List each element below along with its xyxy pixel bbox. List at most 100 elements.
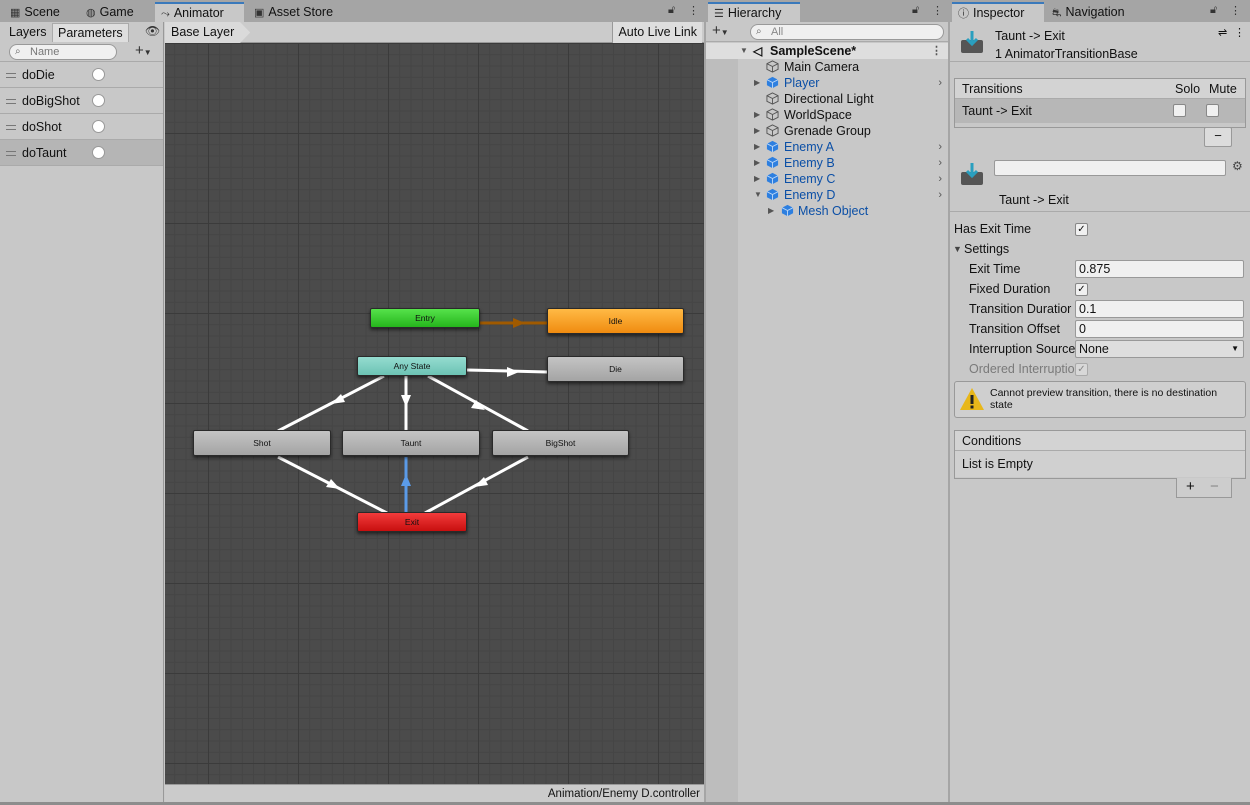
tab-parameters[interactable]: Parameters	[52, 23, 129, 42]
auto-live-link-button[interactable]: Auto Live Link	[612, 22, 702, 43]
fixed-duration-checkbox[interactable]: ✓	[1075, 283, 1088, 296]
drag-handle-icon[interactable]	[6, 99, 16, 104]
remove-condition-button[interactable]: −	[1210, 478, 1219, 495]
more-menu-icon[interactable]: ⋮	[1234, 26, 1245, 39]
expand-arrow-icon[interactable]: ▶	[754, 155, 760, 171]
more-menu-icon[interactable]: ⋮	[1230, 4, 1241, 17]
presets-icon[interactable]: ⇌	[1218, 26, 1227, 39]
inspector-window: ⓘ Inspector ⛐ Navigation 🔓︎ ⋮ Taunt -> Exi…	[950, 0, 1250, 802]
hierarchy-item[interactable]: ▶ Enemy C ›	[706, 171, 948, 187]
interruption-source-dropdown[interactable]: None ▼	[1075, 340, 1244, 358]
arrow-icon	[401, 474, 411, 486]
exit-time-field[interactable]: 0.875	[1075, 260, 1244, 278]
transition-offset-field[interactable]: 0	[1075, 320, 1244, 338]
hierarchy-item[interactable]: ▶ WorldSpace	[706, 107, 948, 123]
parameter-search-input[interactable]: ⌕ Name	[9, 44, 117, 60]
tab-game[interactable]: ◍ Game	[80, 2, 140, 22]
state-any-state[interactable]: Any State	[357, 356, 467, 376]
hierarchy-item[interactable]: ▶ Mesh Object	[706, 203, 948, 219]
chevron-right-icon[interactable]: ›	[938, 139, 942, 155]
lock-icon[interactable]: 🔓︎	[1210, 4, 1217, 17]
state-idle[interactable]: Idle	[547, 308, 684, 334]
trigger-toggle[interactable]	[92, 94, 105, 107]
add-condition-button[interactable]: +	[1186, 478, 1195, 495]
prefab-icon	[766, 172, 779, 185]
hierarchy-item[interactable]: Main Camera	[706, 59, 948, 75]
solo-checkbox[interactable]	[1173, 104, 1186, 117]
state-shot[interactable]: Shot	[193, 430, 331, 456]
prefab-icon	[781, 204, 794, 217]
mute-checkbox[interactable]	[1206, 104, 1219, 117]
more-menu-icon[interactable]: ⋮	[931, 43, 942, 59]
hierarchy-search-input[interactable]: ⌕ All	[750, 24, 944, 40]
chevron-right-icon[interactable]: ›	[938, 171, 942, 187]
trigger-toggle[interactable]	[92, 120, 105, 133]
tab-scene[interactable]: ▦ Scene	[4, 2, 66, 22]
expand-arrow-icon[interactable]: ▶	[754, 107, 760, 123]
expand-arrow-icon[interactable]: ▼	[740, 43, 748, 59]
parameter-item[interactable]: doDie	[0, 62, 163, 88]
navigation-icon: ⛐	[1052, 7, 1062, 19]
state-machine-graph[interactable]: Entry Idle Any State Die Shot Taunt BigS…	[165, 43, 704, 784]
tab-animator[interactable]: ⤳ Animator	[155, 2, 244, 22]
exit-time-row: Exit Time 0.875	[950, 259, 1250, 279]
controller-path: Animation/Enemy D.controller	[165, 784, 704, 802]
drag-handle-icon[interactable]	[6, 73, 16, 78]
more-menu-icon[interactable]: ⋮	[932, 4, 943, 17]
hierarchy-item[interactable]: ▶ Enemy A ›	[706, 139, 948, 155]
tab-hierarchy[interactable]: ☰ Hierarchy	[708, 2, 800, 22]
tab-inspector[interactable]: ⓘ Inspector	[952, 2, 1044, 22]
transition-duration-field[interactable]: 0.1	[1075, 300, 1244, 318]
tab-layers[interactable]: Layers	[4, 23, 52, 42]
chevron-right-icon[interactable]: ›	[938, 155, 942, 171]
chevron-down-icon: ▼	[720, 28, 729, 37]
ordered-interruption-checkbox: ✓	[1075, 363, 1088, 376]
collapse-arrow-icon[interactable]: ▼	[754, 187, 762, 203]
create-button[interactable]: +▼	[712, 22, 729, 39]
hierarchy-item[interactable]: ▶ Grenade Group	[706, 123, 948, 139]
state-die[interactable]: Die	[547, 356, 684, 382]
transition-name-field[interactable]	[994, 160, 1226, 176]
tab-asset-store[interactable]: ▣ Asset Store	[248, 2, 339, 22]
scene-row[interactable]: ▼ ◁ SampleScene* ⋮	[706, 43, 948, 59]
hierarchy-item[interactable]: Directional Light	[706, 91, 948, 107]
parameter-item[interactable]: doShot	[0, 114, 163, 140]
drag-handle-icon[interactable]	[6, 125, 16, 130]
state-exit[interactable]: Exit	[357, 512, 467, 532]
gear-icon[interactable]: ⚙	[1232, 159, 1243, 173]
hierarchy-item[interactable]: ▼ Enemy D ›	[706, 187, 948, 203]
trigger-toggle[interactable]	[92, 146, 105, 159]
animator-tabbar: ▦ Scene ◍ Game ⤳ Animator ▣ Asset Store 🔓︎ ⋮	[0, 0, 704, 22]
trigger-toggle[interactable]	[92, 68, 105, 81]
drag-handle-icon[interactable]	[6, 151, 16, 156]
expand-arrow-icon[interactable]: ▶	[754, 139, 760, 155]
lock-icon[interactable]: 🔓︎	[912, 4, 919, 17]
info-icon: ⓘ	[958, 8, 969, 20]
parameter-item-selected[interactable]: doTaunt	[0, 140, 163, 166]
warning-box: Cannot preview transition, there is no d…	[954, 381, 1246, 418]
hierarchy-item[interactable]: ▶ Player ›	[706, 75, 948, 91]
add-parameter-button[interactable]: +▼	[135, 42, 152, 59]
transition-list-item[interactable]: Taunt -> Exit	[955, 99, 1245, 123]
state-bigshot[interactable]: BigShot	[492, 430, 629, 456]
has-exit-time-checkbox[interactable]: ✓	[1075, 223, 1088, 236]
eye-icon[interactable]: 👁︎	[145, 24, 160, 38]
state-taunt[interactable]: Taunt	[342, 430, 480, 456]
lock-icon[interactable]: 🔓︎	[668, 4, 675, 17]
hierarchy-item[interactable]: ▶ Enemy B ›	[706, 155, 948, 171]
expand-arrow-icon[interactable]: ▶	[768, 203, 774, 219]
expand-arrow-icon[interactable]: ▶	[754, 123, 760, 139]
chevron-right-icon[interactable]: ›	[938, 187, 942, 203]
settings-foldout[interactable]: ▼ Settings	[950, 239, 1250, 259]
collapse-arrow-icon[interactable]: ▼	[953, 239, 962, 259]
tab-navigation[interactable]: ⛐ Navigation	[1046, 2, 1131, 22]
expand-arrow-icon[interactable]: ▶	[754, 171, 760, 187]
parameter-item[interactable]: doBigShot	[0, 88, 163, 114]
breadcrumb[interactable]: Base Layer	[165, 22, 251, 43]
chevron-right-icon[interactable]: ›	[938, 75, 942, 91]
state-entry[interactable]: Entry	[370, 308, 480, 328]
gameobject-icon	[766, 92, 779, 105]
more-menu-icon[interactable]: ⋮	[688, 4, 699, 17]
expand-arrow-icon[interactable]: ▶	[754, 75, 760, 91]
remove-transition-button[interactable]: −	[1204, 127, 1232, 147]
